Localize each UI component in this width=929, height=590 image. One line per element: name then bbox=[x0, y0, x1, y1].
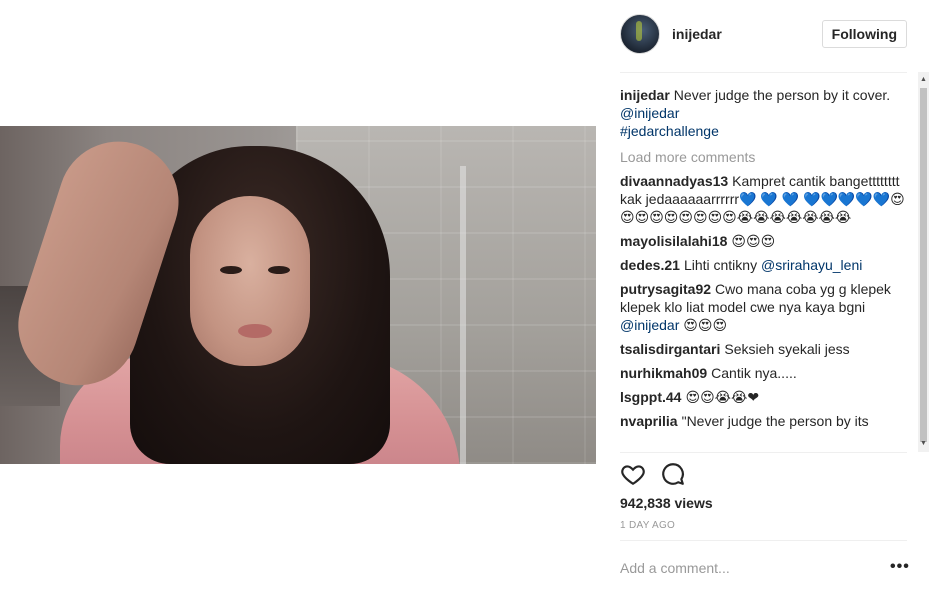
comment-text: 😍😍😭😭❤ bbox=[685, 389, 760, 405]
add-comment-input[interactable]: Add a comment... bbox=[620, 560, 730, 576]
post-header: inijedar Following bbox=[620, 14, 907, 54]
comment-username[interactable]: putrysagita92 bbox=[620, 281, 711, 297]
comments-list: inijedar Never judge the person by it cov… bbox=[620, 86, 907, 452]
media-pane bbox=[0, 0, 596, 590]
following-button[interactable]: Following bbox=[821, 20, 907, 48]
more-options-icon[interactable]: ••• bbox=[890, 558, 910, 576]
comment-username[interactable]: nvaprilia bbox=[620, 413, 678, 429]
comment-item: dedes.21 Lihti cntikny @srirahayu_leni bbox=[620, 256, 907, 274]
comment-item: putrysagita92 Cwo mana coba yg g klepek k… bbox=[620, 280, 907, 334]
comment-username[interactable]: nurhikmah09 bbox=[620, 365, 707, 381]
comments-divider bbox=[620, 452, 907, 453]
caption-hashtag[interactable]: #jedarchallenge bbox=[620, 122, 907, 140]
comment-item: divaannadyas13 Kampret cantik bangetttttt… bbox=[620, 172, 907, 226]
caption-username[interactable]: inijedar bbox=[620, 87, 670, 103]
comment-item: tsalisdirgantari Seksieh syekali jess bbox=[620, 340, 907, 358]
comment-item: nurhikmah09 Cantik nya..... bbox=[620, 364, 907, 382]
comment-item: lsgppt.44 😍😍😭😭❤ bbox=[620, 388, 907, 406]
post-username[interactable]: inijedar bbox=[672, 26, 722, 42]
comment-username[interactable]: dedes.21 bbox=[620, 257, 680, 273]
video-subject bbox=[2, 126, 480, 464]
comment-item: nvaprilia "Never judge the person by its bbox=[620, 412, 907, 430]
composer-divider bbox=[620, 540, 907, 541]
comment-text: Cantik nya..... bbox=[711, 365, 797, 381]
comment-mention[interactable]: @inijedar bbox=[620, 317, 679, 333]
post-video[interactable] bbox=[0, 126, 596, 464]
comment-item: mayolisilalahi18 😍😍😍 bbox=[620, 232, 907, 250]
caption: inijedar Never judge the person by it cov… bbox=[620, 86, 907, 140]
avatar[interactable] bbox=[620, 14, 660, 54]
load-more-comments-button[interactable]: Load more comments bbox=[620, 148, 907, 166]
comment-username[interactable]: divaannadyas13 bbox=[620, 173, 728, 189]
view-count: 942,838 views bbox=[620, 495, 713, 511]
caption-mention[interactable]: @inijedar bbox=[620, 104, 907, 122]
heart-icon[interactable] bbox=[620, 461, 648, 489]
comment-username[interactable]: lsgppt.44 bbox=[620, 389, 681, 405]
scrollbar-thumb[interactable] bbox=[920, 88, 927, 442]
header-divider bbox=[620, 72, 907, 73]
comment-emoji: 😍😍😍 bbox=[683, 317, 728, 333]
comment-username[interactable]: tsalisdirgantari bbox=[620, 341, 720, 357]
comment-text: "Never judge the person by its bbox=[681, 413, 869, 429]
comment-icon[interactable] bbox=[660, 461, 688, 489]
scroll-up-arrow[interactable]: ▲ bbox=[918, 74, 929, 86]
comment-username[interactable]: mayolisilalahi18 bbox=[620, 233, 727, 249]
comment-text: Lihti cntikny bbox=[683, 257, 758, 273]
caption-text: Never judge the person by it cover. bbox=[673, 87, 891, 103]
comment-mention[interactable]: @srirahayu_leni bbox=[761, 257, 862, 273]
scroll-down-arrow[interactable]: ▼ bbox=[918, 438, 929, 450]
post-timestamp[interactable]: 1 DAY AGO bbox=[620, 520, 675, 531]
comment-text: 😍😍😍 bbox=[731, 233, 776, 249]
comment-text: Seksieh syekali jess bbox=[724, 341, 850, 357]
